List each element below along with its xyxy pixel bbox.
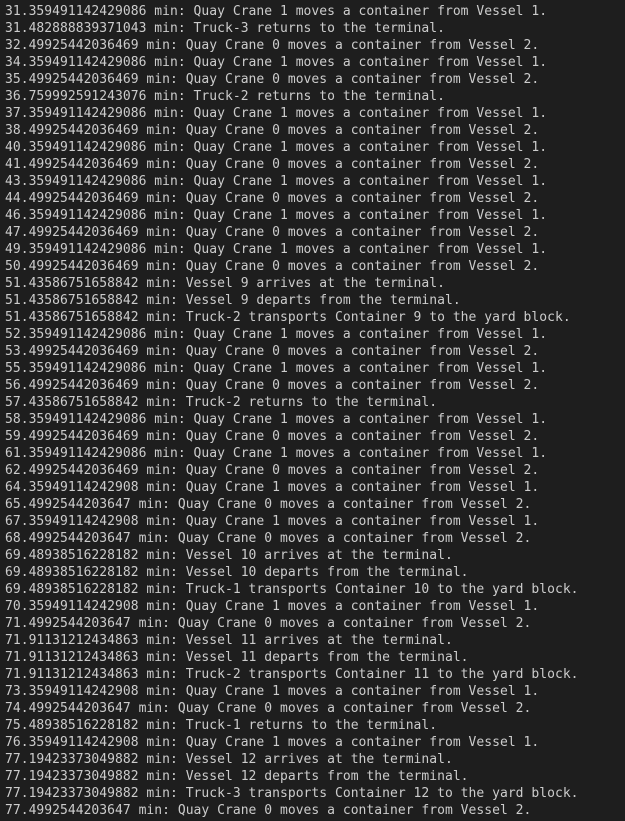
- log-line: 52.359491142429086 min: Quay Crane 1 mov…: [5, 327, 548, 342]
- log-line: 53.49925442036469 min: Quay Crane 0 move…: [5, 344, 540, 359]
- log-line: 62.49925442036469 min: Quay Crane 0 move…: [5, 463, 540, 478]
- log-line: 73.35949114242908 min: Quay Crane 1 move…: [5, 684, 540, 699]
- log-line: 31.482888839371043 min: Truck-3 returns …: [5, 21, 445, 36]
- log-line: 69.48938516228182 min: Vessel 10 departs…: [5, 565, 469, 580]
- log-line: 59.49925442036469 min: Quay Crane 0 move…: [5, 429, 540, 444]
- log-line: 58.359491142429086 min: Quay Crane 1 mov…: [5, 412, 548, 427]
- log-line: 64.35949114242908 min: Quay Crane 1 move…: [5, 480, 540, 495]
- log-line: 56.49925442036469 min: Quay Crane 0 move…: [5, 378, 540, 393]
- log-line: 50.49925442036469 min: Quay Crane 0 move…: [5, 259, 540, 274]
- log-line: 65.4992544203647 min: Quay Crane 0 moves…: [5, 497, 532, 512]
- log-line: 57.43586751658842 min: Truck-2 returns t…: [5, 395, 438, 410]
- log-line: 61.359491142429086 min: Quay Crane 1 mov…: [5, 446, 548, 461]
- log-line: 51.43586751658842 min: Vessel 9 departs …: [5, 293, 461, 308]
- log-line: 46.359491142429086 min: Quay Crane 1 mov…: [5, 208, 548, 223]
- log-line: 55.359491142429086 min: Quay Crane 1 mov…: [5, 361, 548, 376]
- log-line: 68.4992544203647 min: Quay Crane 0 moves…: [5, 531, 532, 546]
- log-line: 47.49925442036469 min: Quay Crane 0 move…: [5, 225, 540, 240]
- log-line: 77.4992544203647 min: Quay Crane 0 moves…: [5, 803, 532, 818]
- log-line: 41.49925442036469 min: Quay Crane 0 move…: [5, 157, 540, 172]
- log-line: 69.48938516228182 min: Vessel 10 arrives…: [5, 548, 453, 563]
- log-line: 74.4992544203647 min: Quay Crane 0 moves…: [5, 701, 532, 716]
- log-line: 75.48938516228182 min: Truck-1 returns t…: [5, 718, 438, 733]
- log-line: 71.91131212434863 min: Vessel 11 arrives…: [5, 633, 453, 648]
- log-line: 77.19423373049882 min: Truck-3 transport…: [5, 786, 579, 801]
- log-line: 49.359491142429086 min: Quay Crane 1 mov…: [5, 242, 548, 257]
- log-line: 35.49925442036469 min: Quay Crane 0 move…: [5, 72, 540, 87]
- terminal-output[interactable]: 31.359491142429086 min: Quay Crane 1 mov…: [0, 0, 625, 821]
- log-line: 43.359491142429086 min: Quay Crane 1 mov…: [5, 174, 548, 189]
- log-line: 76.35949114242908 min: Quay Crane 1 move…: [5, 735, 540, 750]
- log-line: 32.49925442036469 min: Quay Crane 0 move…: [5, 38, 540, 53]
- log-line: 77.19423373049882 min: Vessel 12 departs…: [5, 769, 469, 784]
- log-line: 69.48938516228182 min: Truck-1 transport…: [5, 582, 579, 597]
- log-line: 51.43586751658842 min: Vessel 9 arrives …: [5, 276, 445, 291]
- log-line: 71.4992544203647 min: Quay Crane 0 moves…: [5, 616, 532, 631]
- log-line: 36.759992591243076 min: Truck-2 returns …: [5, 89, 445, 104]
- log-line: 51.43586751658842 min: Truck-2 transport…: [5, 310, 571, 325]
- log-line: 37.359491142429086 min: Quay Crane 1 mov…: [5, 106, 548, 121]
- log-line: 70.35949114242908 min: Quay Crane 1 move…: [5, 599, 540, 614]
- log-line: 34.359491142429086 min: Quay Crane 1 mov…: [5, 55, 548, 70]
- log-line: 44.49925442036469 min: Quay Crane 0 move…: [5, 191, 540, 206]
- log-line: 77.19423373049882 min: Vessel 12 arrives…: [5, 752, 453, 767]
- log-line: 31.359491142429086 min: Quay Crane 1 mov…: [5, 4, 548, 19]
- log-line: 38.49925442036469 min: Quay Crane 0 move…: [5, 123, 540, 138]
- log-line: 67.35949114242908 min: Quay Crane 1 move…: [5, 514, 540, 529]
- log-line: 71.91131212434863 min: Vessel 11 departs…: [5, 650, 469, 665]
- log-line: 40.359491142429086 min: Quay Crane 1 mov…: [5, 140, 548, 155]
- log-line: 71.91131212434863 min: Truck-2 transport…: [5, 667, 579, 682]
